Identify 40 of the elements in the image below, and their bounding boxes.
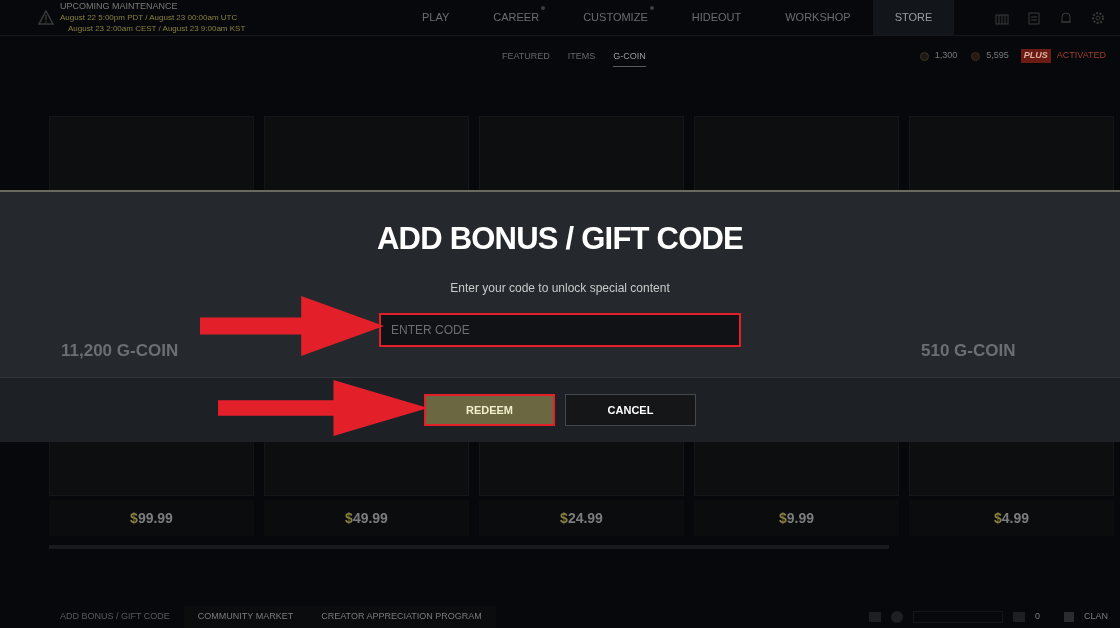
price-label: $99.99 — [49, 500, 254, 536]
sub-tab[interactable]: ITEMS — [567, 50, 596, 67]
price-label: $24.99 — [479, 500, 684, 536]
nav-tab[interactable]: PLAY — [400, 0, 472, 35]
maintenance-time: August 22 5:00pm PDT / August 23 00:00am UTC — [60, 12, 239, 23]
footer-link[interactable]: COMMUNITY MARKET — [183, 606, 308, 628]
notification-bell-icon[interactable] — [1058, 9, 1074, 26]
cancel-button[interactable]: CANCEL — [565, 394, 696, 426]
coin-icon — [919, 51, 929, 61]
maintenance-title: UPCOMING MAINTENANCE — [60, 1, 179, 12]
price-label: $4.99 — [909, 500, 1114, 536]
clan-icon[interactable] — [1064, 612, 1074, 622]
nav-tab[interactable]: CAREER — [471, 0, 562, 35]
plus-status: ACTIVATED — [1056, 49, 1106, 63]
nav-tab[interactable]: HIDEOUT — [669, 0, 764, 35]
settings-icon[interactable] — [1090, 9, 1106, 26]
price-label: $9.99 — [694, 500, 899, 536]
price-label: $49.99 — [264, 500, 469, 536]
nav-tab[interactable]: CUSTOMIZE — [561, 0, 670, 35]
bp-balance: 5,595 — [986, 49, 1009, 63]
sub-tab[interactable]: G-COIN — [613, 50, 646, 67]
nav-tab[interactable]: WORKSHOP — [763, 0, 873, 35]
dialog-subtitle: Enter your code to unlock special content — [450, 279, 670, 297]
redeem-button[interactable]: REDEEM — [424, 394, 555, 426]
friends-count: 0 — [1034, 610, 1040, 624]
coin-icon — [971, 51, 981, 61]
footer-link[interactable]: ADD BONUS / GIFT CODE — [46, 606, 184, 628]
product-title: 510 G-COIN — [921, 340, 1016, 362]
dialog-title: ADD BONUS / GIFT CODE — [376, 220, 744, 258]
sub-tab[interactable]: FEATURED — [502, 50, 550, 67]
g-coin-balance: 1,300 — [934, 49, 958, 63]
maintenance-time: August 23 2:00am CEST / August 23 9:00am KST — [67, 23, 247, 34]
product-title: 11,200 G-COIN — [61, 340, 179, 362]
footer-link[interactable]: CREATOR APPRECIATION PROGRAM — [307, 606, 496, 628]
warning-icon — [38, 9, 54, 26]
document-icon[interactable] — [1026, 9, 1042, 26]
clan-label[interactable]: CLAN — [1084, 610, 1108, 624]
code-input-field[interactable]: ENTER CODE — [379, 312, 741, 347]
nav-tab[interactable]: STORE — [872, 0, 955, 35]
plus-badge: PLUS — [1020, 49, 1051, 63]
